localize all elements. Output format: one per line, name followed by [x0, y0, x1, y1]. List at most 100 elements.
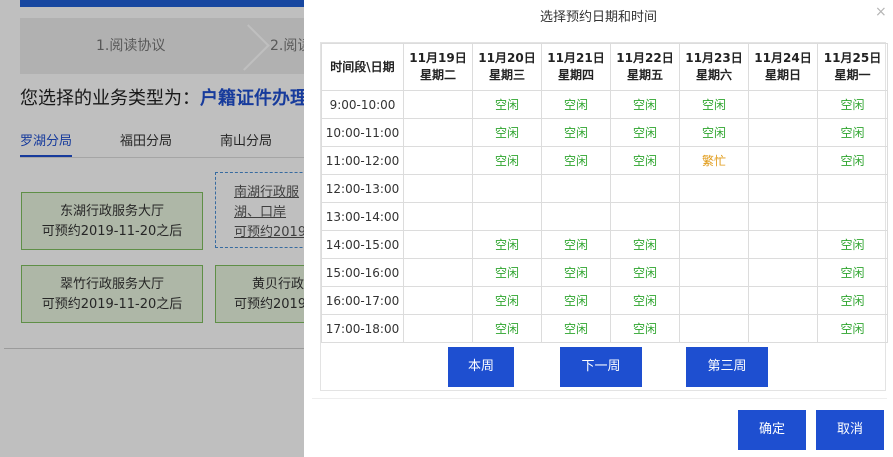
time-slot-label: 16:00-17:00: [321, 286, 404, 315]
free-slot[interactable]: 空闲: [564, 322, 588, 336]
schedule-cell[interactable]: 空闲: [679, 118, 749, 147]
schedule-cell[interactable]: 空闲: [610, 258, 680, 287]
schedule-cell[interactable]: 空闲: [541, 258, 611, 287]
close-icon[interactable]: ×: [875, 4, 887, 20]
schedule-cell[interactable]: 空闲: [541, 146, 611, 175]
free-slot[interactable]: 空闲: [633, 238, 657, 252]
free-slot[interactable]: 空闲: [564, 154, 588, 168]
this-week-button[interactable]: 本周: [448, 347, 514, 387]
schedule-cell: [748, 230, 818, 259]
schedule-cell[interactable]: 空闲: [817, 230, 888, 259]
free-slot[interactable]: 空闲: [633, 126, 657, 140]
schedule-cell: [403, 230, 473, 259]
schedule-cell[interactable]: 空闲: [610, 118, 680, 147]
free-slot[interactable]: 空闲: [564, 266, 588, 280]
free-slot[interactable]: 空闲: [633, 322, 657, 336]
table-row: 11:00-12:00 空闲 空闲 空闲 繁忙 空闲: [321, 146, 888, 175]
schedule-cell[interactable]: 空闲: [472, 118, 542, 147]
schedule-cell: [403, 258, 473, 287]
free-slot[interactable]: 空闲: [564, 238, 588, 252]
schedule-cell[interactable]: 空闲: [610, 146, 680, 175]
schedule-cell: [748, 90, 818, 119]
free-slot[interactable]: 空闲: [564, 126, 588, 140]
free-slot[interactable]: 空闲: [564, 98, 588, 112]
schedule-cell: [748, 146, 818, 175]
schedule-cell: [748, 118, 818, 147]
schedule-cell: [679, 314, 749, 343]
schedule-cell[interactable]: 空闲: [541, 286, 611, 315]
schedule-cell: [679, 174, 749, 203]
schedule-cell[interactable]: 空闲: [817, 286, 888, 315]
table-row: 13:00-14:00: [321, 202, 888, 231]
schedule-table: 时间段\日期 11月19日 星期二 11月20日 星期三 11月21日 星期四 11月…: [321, 43, 888, 343]
schedule-cell: [403, 314, 473, 343]
free-slot[interactable]: 空闲: [840, 322, 864, 336]
schedule-cell: [817, 174, 888, 203]
free-slot[interactable]: 空闲: [840, 98, 864, 112]
busy-slot[interactable]: 繁忙: [702, 154, 726, 168]
date-header: 11月19日 星期二: [403, 43, 473, 91]
table-row: 12:00-13:00: [321, 174, 888, 203]
schedule-cell[interactable]: 空闲: [472, 90, 542, 119]
schedule-cell[interactable]: 空闲: [817, 118, 888, 147]
schedule-cell[interactable]: 空闲: [610, 230, 680, 259]
free-slot[interactable]: 空闲: [840, 154, 864, 168]
schedule-cell[interactable]: 空闲: [541, 230, 611, 259]
confirm-button[interactable]: 确定: [738, 410, 806, 450]
free-slot[interactable]: 空闲: [495, 266, 519, 280]
free-slot[interactable]: 空闲: [633, 294, 657, 308]
free-slot[interactable]: 空闲: [840, 294, 864, 308]
schedule-cell[interactable]: 空闲: [472, 258, 542, 287]
table-row: 17:00-18:00 空闲 空闲 空闲 空闲: [321, 314, 888, 343]
schedule-cell[interactable]: 空闲: [610, 314, 680, 343]
modal-title: 选择预约日期和时间: [539, 10, 657, 25]
schedule-cell[interactable]: 繁忙: [679, 146, 749, 175]
schedule-cell[interactable]: 空闲: [610, 90, 680, 119]
free-slot[interactable]: 空闲: [840, 126, 864, 140]
free-slot[interactable]: 空闲: [633, 98, 657, 112]
schedule-cell[interactable]: 空闲: [817, 146, 888, 175]
schedule-cell[interactable]: 空闲: [817, 314, 888, 343]
time-slot-label: 15:00-16:00: [321, 258, 404, 287]
schedule-cell: [679, 230, 749, 259]
date-header: 11月24日 星期日: [748, 43, 818, 91]
schedule-cell[interactable]: 空闲: [472, 146, 542, 175]
schedule-cell[interactable]: 空闲: [541, 314, 611, 343]
time-slot-label: 12:00-13:00: [321, 174, 404, 203]
free-slot[interactable]: 空闲: [495, 238, 519, 252]
free-slot[interactable]: 空闲: [633, 154, 657, 168]
schedule-cell[interactable]: 空闲: [541, 118, 611, 147]
date-header: 11月23日 星期六: [679, 43, 749, 91]
third-week-button[interactable]: 第三周: [686, 347, 768, 387]
free-slot[interactable]: 空闲: [633, 266, 657, 280]
header-row: 时间段\日期 11月19日 星期二 11月20日 星期三 11月21日 星期四 11月…: [321, 43, 888, 91]
schedule-cell: [403, 118, 473, 147]
schedule-cell[interactable]: 空闲: [679, 90, 749, 119]
next-week-button[interactable]: 下一周: [560, 347, 642, 387]
free-slot[interactable]: 空闲: [495, 126, 519, 140]
schedule-cell: [748, 202, 818, 231]
schedule-cell[interactable]: 空闲: [472, 286, 542, 315]
schedule-cell[interactable]: 空闲: [817, 258, 888, 287]
schedule-cell[interactable]: 空闲: [610, 286, 680, 315]
free-slot[interactable]: 空闲: [840, 238, 864, 252]
free-slot[interactable]: 空闲: [840, 266, 864, 280]
free-slot[interactable]: 空闲: [702, 98, 726, 112]
schedule-cell[interactable]: 空闲: [472, 230, 542, 259]
schedule-cell[interactable]: 空闲: [817, 90, 888, 119]
schedule-cell[interactable]: 空闲: [541, 90, 611, 119]
schedule-cell: [472, 174, 542, 203]
schedule-cell: [403, 286, 473, 315]
free-slot[interactable]: 空闲: [702, 126, 726, 140]
free-slot[interactable]: 空闲: [564, 294, 588, 308]
free-slot[interactable]: 空闲: [495, 294, 519, 308]
schedule-cell: [403, 90, 473, 119]
cancel-button[interactable]: 取消: [816, 410, 884, 450]
free-slot[interactable]: 空闲: [495, 98, 519, 112]
table-row: 10:00-11:00 空闲 空闲 空闲 空闲 空闲: [321, 118, 888, 147]
date-header: 11月25日 星期一: [817, 43, 888, 91]
time-slot-label: 11:00-12:00: [321, 146, 404, 175]
free-slot[interactable]: 空闲: [495, 322, 519, 336]
schedule-cell[interactable]: 空闲: [472, 314, 542, 343]
free-slot[interactable]: 空闲: [495, 154, 519, 168]
